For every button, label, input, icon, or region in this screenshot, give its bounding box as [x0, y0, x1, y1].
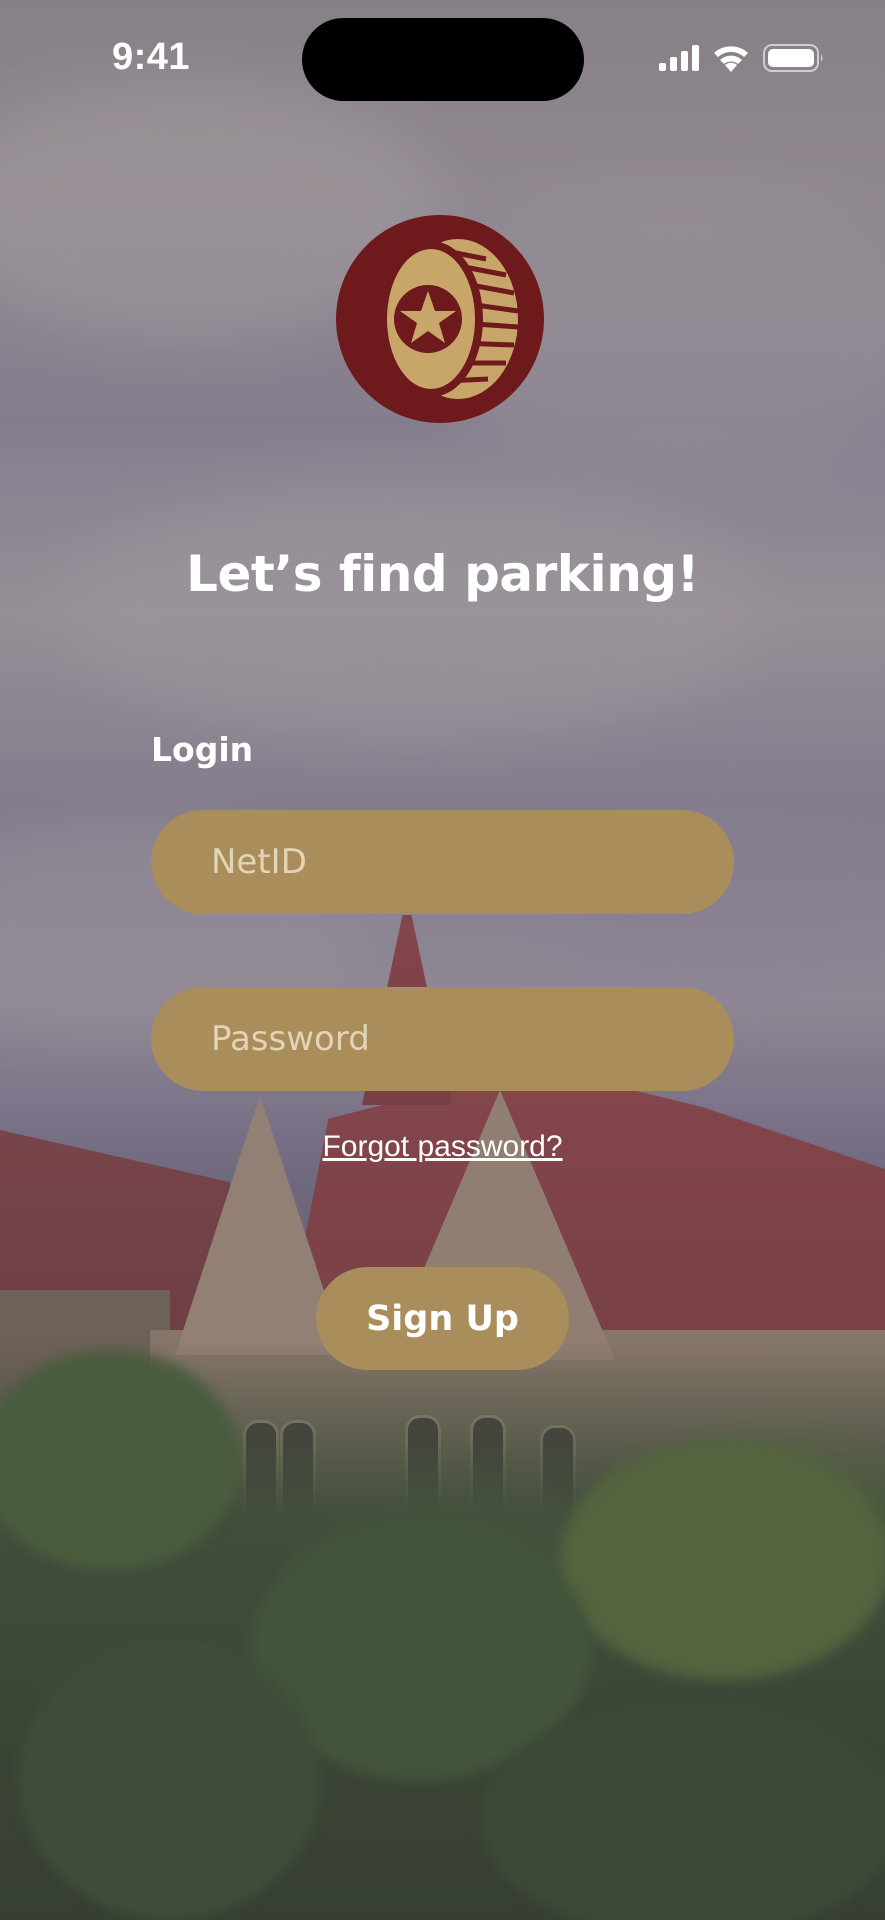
status-time: 9:41 — [112, 36, 191, 78]
wifi-icon — [714, 46, 748, 72]
tire-star-logo-icon — [336, 215, 544, 423]
netid-input[interactable] — [151, 810, 734, 914]
sign-up-button[interactable]: Sign Up — [316, 1267, 569, 1370]
page-title: Let’s find parking! — [186, 545, 699, 603]
login-label: Login — [151, 730, 254, 769]
signal-icon — [659, 45, 699, 71]
login-screen: 9:41 Let’s find parking! Login NetID For… — [0, 0, 885, 1920]
status-bar: 9:41 — [0, 0, 885, 120]
battery-icon — [763, 44, 823, 72]
dynamic-island — [302, 18, 584, 101]
password-input[interactable] — [151, 987, 734, 1091]
forgot-password-link[interactable]: Forgot password? — [0, 1130, 885, 1164]
status-icons — [659, 44, 825, 72]
